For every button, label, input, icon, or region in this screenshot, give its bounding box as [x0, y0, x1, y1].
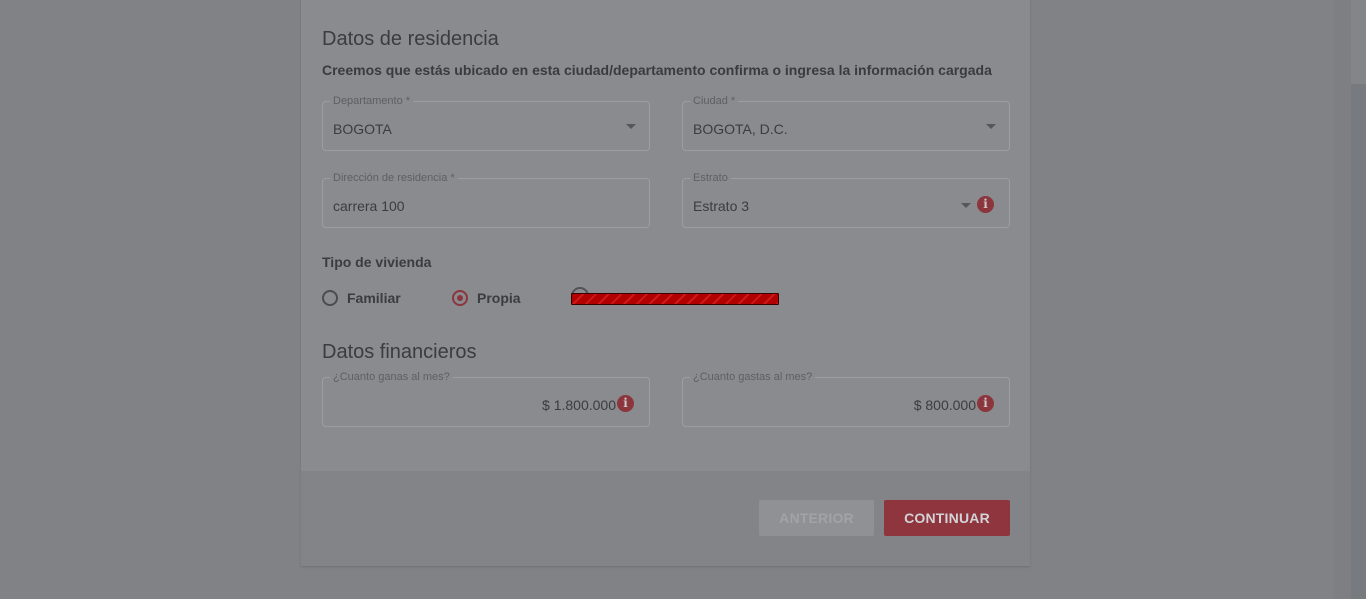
departamento-value: BOGOTA	[333, 121, 392, 137]
expenses-label: ¿Cuanto gastas al mes?	[690, 370, 816, 384]
ciudad-label: Ciudad *	[690, 94, 739, 108]
scrollbar-thumb[interactable]	[1351, 84, 1366, 599]
info-icon[interactable]: i	[977, 395, 994, 412]
continue-button[interactable]: CONTINUAR	[884, 500, 1010, 536]
direccion-label: Dirección de residencia *	[330, 171, 458, 185]
ciudad-value: BOGOTA, D.C.	[693, 121, 788, 137]
chevron-down-icon[interactable]	[626, 124, 636, 129]
radio-familiar-label: Familiar	[347, 290, 401, 306]
financial-section-title: Datos financieros	[322, 341, 477, 363]
previous-button[interactable]: ANTERIOR	[759, 500, 874, 536]
residence-subtitle: Creemos que estás ubicado en esta ciudad…	[322, 62, 992, 78]
departamento-label: Departamento *	[330, 94, 414, 108]
expenses-field[interactable]: ¿Cuanto gastas al mes? $ 800.000 i	[682, 370, 1010, 427]
income-label: ¿Cuanto ganas al mes?	[330, 370, 453, 384]
scrollbar-track	[1334, 0, 1351, 599]
radio-circle[interactable]	[322, 290, 338, 306]
form-card: Datos de residencia Creemos que estás ub…	[301, 0, 1030, 566]
direccion-value[interactable]: carrera 100	[333, 198, 405, 214]
direccion-field[interactable]: Dirección de residencia * carrera 100	[322, 171, 650, 228]
radio-familiar[interactable]: Familiar	[322, 288, 401, 308]
redacted-option	[571, 293, 779, 305]
departamento-select[interactable]: Departamento * BOGOTA	[322, 94, 650, 151]
residence-section-title: Datos de residencia	[322, 28, 499, 50]
ciudad-select[interactable]: Ciudad * BOGOTA, D.C.	[682, 94, 1010, 151]
estrato-label: Estrato	[690, 171, 731, 185]
expenses-value[interactable]: $ 800.000	[914, 397, 976, 413]
radio-propia-label: Propia	[477, 290, 521, 306]
estrato-select[interactable]: Estrato Estrato 3 i	[682, 171, 1010, 228]
housing-type-label: Tipo de vivienda	[322, 254, 432, 270]
chevron-down-icon[interactable]	[986, 124, 996, 129]
income-field[interactable]: ¿Cuanto ganas al mes? $ 1.800.000 i	[322, 370, 650, 427]
chevron-down-icon[interactable]	[961, 203, 971, 208]
info-icon[interactable]: i	[617, 395, 634, 412]
radio-circle-checked[interactable]	[452, 290, 468, 306]
radio-propia[interactable]: Propia	[452, 288, 521, 308]
info-icon[interactable]: i	[977, 196, 994, 213]
estrato-value: Estrato 3	[693, 198, 750, 214]
income-value[interactable]: $ 1.800.000	[542, 397, 616, 413]
